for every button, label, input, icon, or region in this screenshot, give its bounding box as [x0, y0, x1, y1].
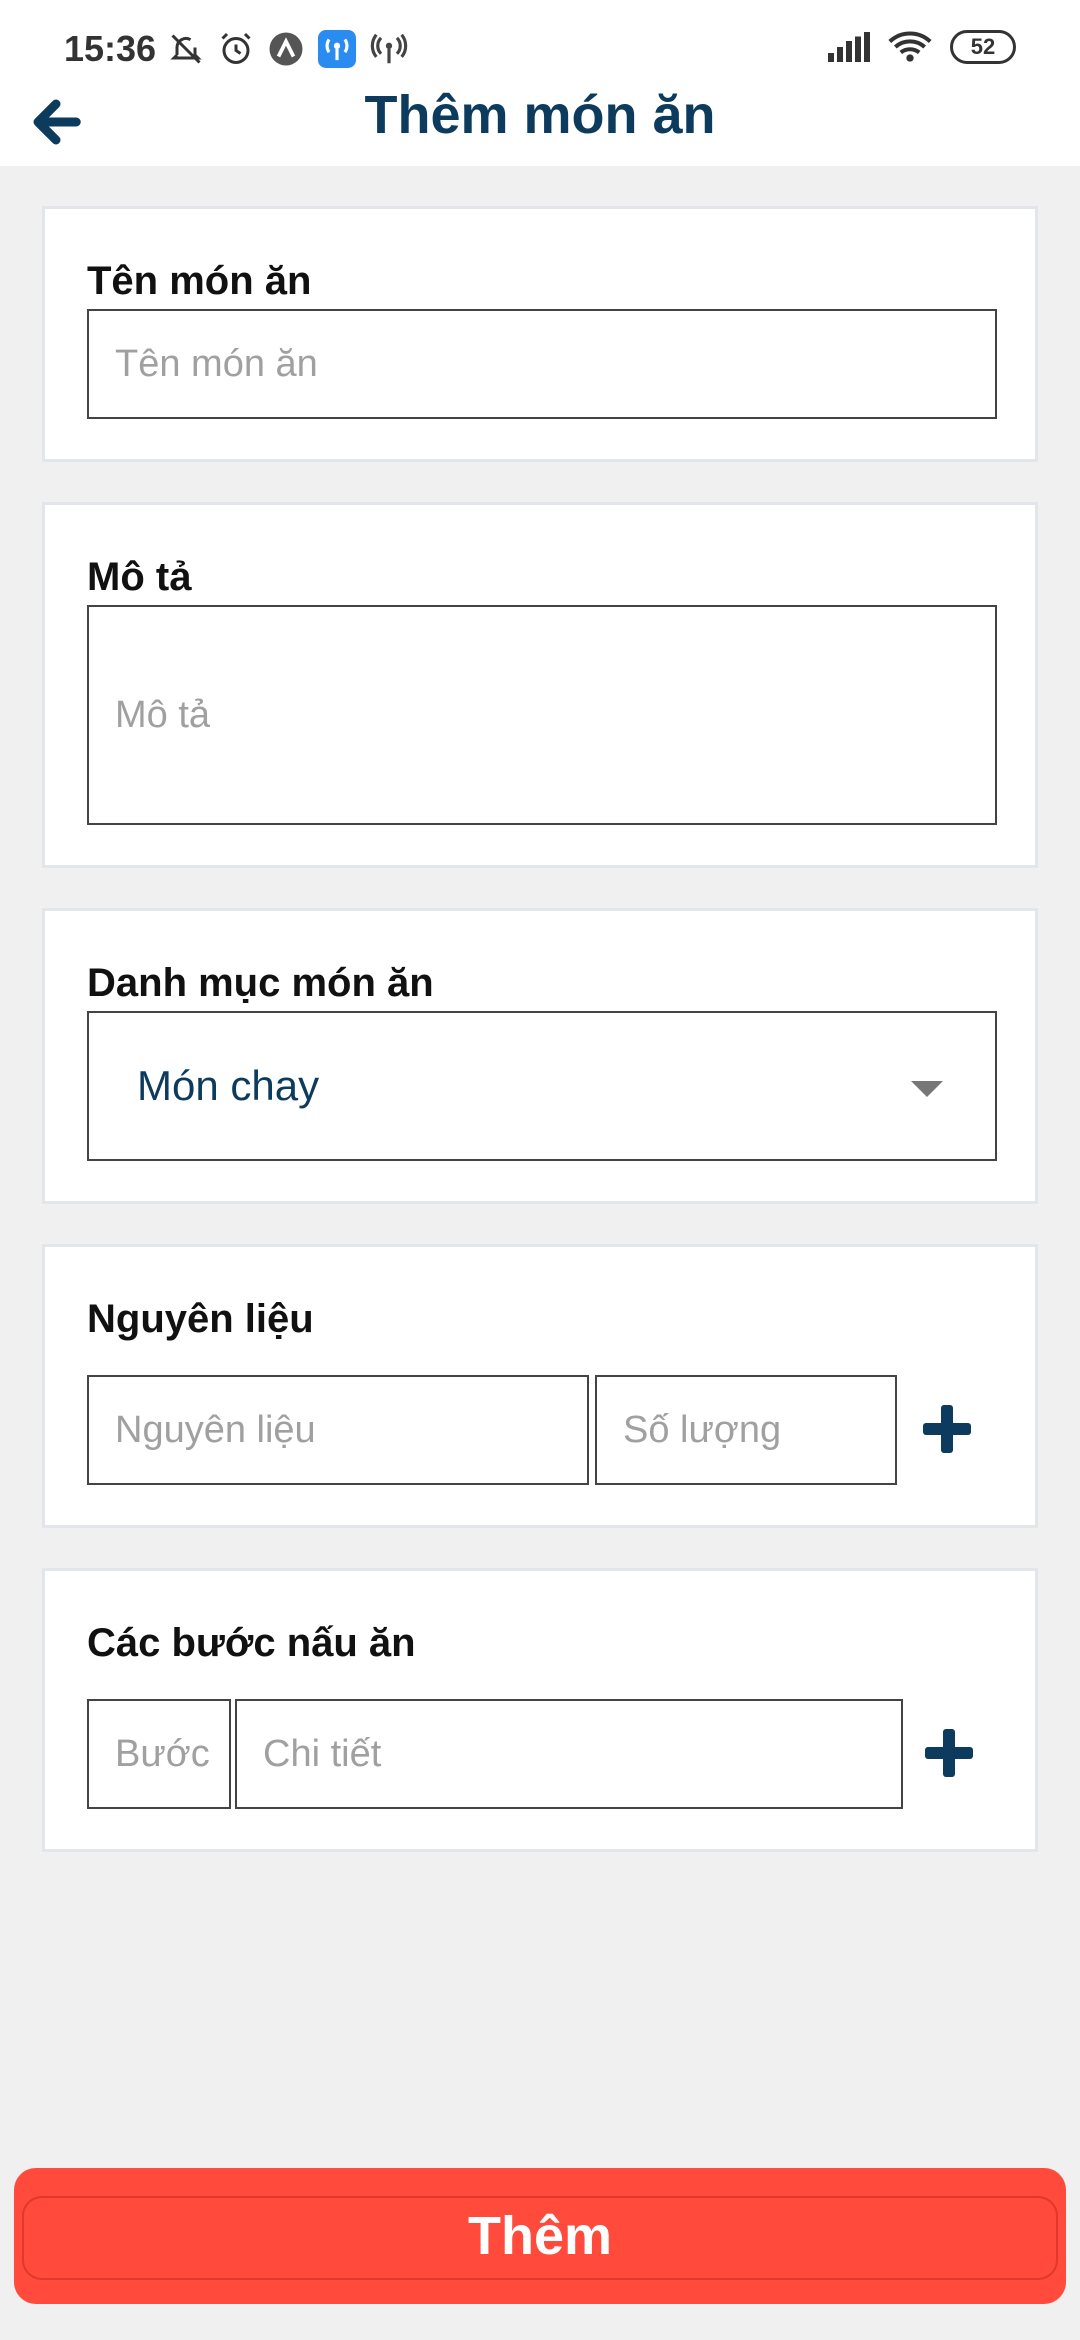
- app-header: Thêm món ăn: [0, 70, 1080, 166]
- description-card: Mô tả Mô tả: [42, 502, 1038, 868]
- submit-button[interactable]: Thêm: [14, 2168, 1066, 2304]
- step-number-placeholder: Bước: [115, 1732, 210, 1775]
- quantity-input[interactable]: Số lượng: [595, 1375, 897, 1485]
- page-title: Thêm món ăn: [364, 85, 716, 145]
- hotspot-icon: [318, 30, 356, 68]
- add-ingredient-button[interactable]: [919, 1401, 975, 1457]
- status-time: 15:36: [64, 28, 157, 69]
- category-select[interactable]: Món chay: [87, 1011, 997, 1161]
- step-detail-input[interactable]: Chi tiết: [235, 1699, 903, 1809]
- steps-card: Các bước nấu ăn Bước Chi tiết: [42, 1568, 1038, 1852]
- ingredients-label: Nguyên liệu: [87, 1297, 314, 1341]
- submit-button-label: Thêm: [467, 2206, 613, 2266]
- description-input[interactable]: Mô tả: [87, 605, 997, 825]
- chevron-down-icon: [911, 1081, 943, 1097]
- description-placeholder: Mô tả: [115, 693, 211, 736]
- battery-icon: 52: [950, 30, 1016, 64]
- step-number-input[interactable]: Bước: [87, 1699, 231, 1809]
- status-icons-left: [168, 30, 408, 68]
- add-step-button[interactable]: [921, 1725, 977, 1781]
- ingredients-card: Nguyên liệu Nguyên liệu Số lượng: [42, 1244, 1038, 1528]
- wifi-icon: [888, 31, 932, 62]
- step-detail-placeholder: Chi tiết: [263, 1732, 382, 1775]
- quantity-placeholder: Số lượng: [623, 1408, 782, 1451]
- hotspot-icon: [370, 33, 408, 64]
- ingredient-placeholder: Nguyên liệu: [115, 1408, 316, 1451]
- app-icon: [269, 32, 303, 66]
- battery-level: 52: [970, 34, 996, 59]
- ingredient-input[interactable]: Nguyên liệu: [87, 1375, 589, 1485]
- alarm-icon: [221, 32, 251, 64]
- category-selected-value: Món chay: [137, 1062, 320, 1109]
- dish-name-label: Tên món ăn: [87, 259, 312, 303]
- description-label: Mô tả: [87, 555, 192, 599]
- dish-name-card: Tên món ăn Tên món ăn: [42, 206, 1038, 462]
- bell-off-icon: [170, 34, 202, 64]
- dish-name-input[interactable]: Tên món ăn: [87, 309, 997, 419]
- steps-label: Các bước nấu ăn: [87, 1621, 416, 1665]
- status-icons-right: 52: [828, 30, 1016, 64]
- category-label: Danh mục món ăn: [87, 961, 434, 1005]
- category-card: Danh mục món ăn Món chay: [42, 908, 1038, 1204]
- signal-icon: [828, 32, 870, 62]
- dish-name-placeholder: Tên món ăn: [115, 342, 318, 385]
